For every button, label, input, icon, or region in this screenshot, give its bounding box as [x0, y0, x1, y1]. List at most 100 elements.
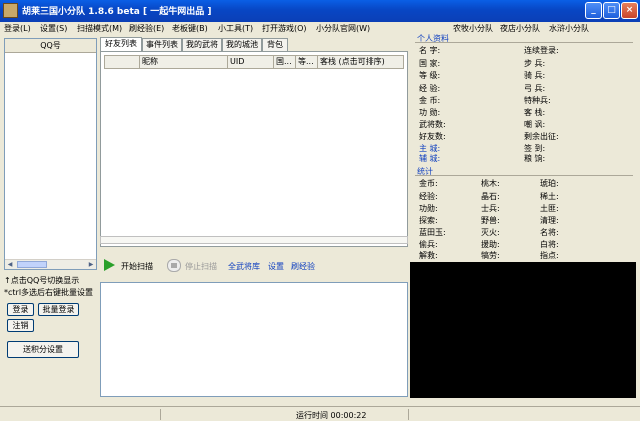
game-preview-panel[interactable] [410, 262, 636, 398]
stat-reward: 犒劳: [481, 251, 500, 260]
info-taunt-label: 嘲 讽: [524, 120, 546, 129]
info-exp-label: 经 验: [419, 84, 441, 93]
login-button[interactable]: 登录 [7, 303, 34, 316]
info-level-label: 等 级: [419, 71, 441, 80]
stat-bandit: 土匪: [540, 204, 559, 213]
col-nickname[interactable]: 昵称 [140, 55, 228, 69]
info-country-label: 国 家: [419, 59, 441, 68]
stat-aid: 援助: [481, 240, 500, 249]
menu-settings[interactable]: 设置(S) [40, 23, 67, 34]
divider [415, 175, 633, 176]
stat-crystal: 晶石: [481, 192, 500, 201]
stat-explore: 探索: [419, 216, 438, 225]
qq-list-scrollbar[interactable]: ◀ ▶ [5, 259, 96, 269]
menu-bar: 登录(L) 设置(S) 扫描模式(M) 刷经验(E) 老板键(B) 小工具(T)… [0, 22, 640, 36]
app-icon [3, 3, 18, 18]
tip-click-qq: ↑点击QQ号切换显示 [4, 276, 80, 285]
info-cavalry-label: 骑 兵: [524, 71, 546, 80]
stat-gold: 金币: [419, 179, 438, 188]
tab-friends[interactable]: 好友列表 [100, 37, 142, 52]
tip-ctrl-multiselect: *ctrl多选后右键批量设置 [4, 288, 94, 297]
menu-official-site[interactable]: 小分队官网(W) [316, 23, 370, 34]
stat-beast: 野兽: [481, 216, 500, 225]
stat-jade: 蓝田玉: [419, 228, 446, 237]
menu-login[interactable]: 登录(L) [4, 23, 31, 34]
menu-tools[interactable]: 小工具(T) [218, 23, 253, 34]
qq-list-header[interactable]: QQ号 [5, 39, 96, 53]
stat-soldier: 士兵: [481, 204, 500, 213]
minimize-button[interactable]: _ [585, 2, 602, 19]
maximize-button[interactable]: □ [603, 2, 620, 19]
info-generals-label: 武将数: [419, 120, 446, 129]
status-separator [160, 409, 161, 420]
info-friends-label: 好友数: [419, 132, 446, 141]
menu-shuihu-team[interactable]: 水浒小分队 [549, 23, 589, 34]
stat-exp: 经验: [419, 192, 438, 201]
info-name-label: 名 字: [419, 46, 441, 55]
status-bar: 运行时间 00:00:22 [0, 406, 640, 421]
menu-boss-key[interactable]: 老板键(B) [172, 23, 208, 34]
info-inn-label: 客 栈: [524, 108, 546, 117]
table-header: 昵称 UID 国... 等... 客栈 (点击可排序) [104, 55, 404, 69]
menu-open-game[interactable]: 打开游戏(O) [262, 23, 307, 34]
scroll-right-icon[interactable]: ▶ [86, 260, 96, 269]
play-icon[interactable] [104, 259, 115, 271]
info-sub-city-label[interactable]: 辅 城: [419, 153, 440, 164]
scroll-left-icon[interactable]: ◀ [5, 260, 15, 269]
refresh-exp-link[interactable]: 刷经验 [291, 261, 315, 272]
stop-icon [167, 259, 181, 272]
tab-generals[interactable]: 我的武将 [182, 38, 222, 51]
log-box[interactable] [100, 282, 408, 397]
stat-steal: 偷兵: [419, 240, 438, 249]
batch-login-button[interactable]: 批量登录 [38, 303, 79, 316]
friends-table[interactable]: 昵称 UID 国... 等... 客栈 (点击可排序) [100, 51, 408, 247]
info-special-label: 特种兵: [524, 96, 551, 105]
send-points-settings-button[interactable]: 送积分设置 [7, 341, 79, 358]
runtime-status: 运行时间 00:00:22 [296, 410, 366, 421]
col-index[interactable] [104, 55, 140, 69]
info-merit-label: 功 勋: [419, 108, 441, 117]
menu-nightclub-team[interactable]: 夜店小分队 [500, 23, 540, 34]
all-generals-link[interactable]: 全武将库 [228, 261, 260, 272]
runtime-value: 00:00:22 [330, 411, 367, 420]
start-scan-button[interactable]: 开始扫描 [121, 261, 153, 272]
info-infantry-label: 步 兵: [524, 59, 546, 68]
stat-guide: 指点: [540, 251, 559, 260]
tab-events[interactable]: 事件列表 [142, 38, 182, 51]
settings-link[interactable]: 设置 [268, 261, 284, 272]
menu-farm-team[interactable]: 农牧小分队 [453, 23, 493, 34]
title-bar: 胡莱三国小分队 1.8.6 beta [ 一起牛网出品 ] _ □ × [0, 0, 640, 22]
tab-cities[interactable]: 我的城池 [222, 38, 262, 51]
stat-clean: 清理: [540, 216, 559, 225]
stat-merit: 功勋: [419, 204, 438, 213]
scroll-thumb[interactable] [17, 261, 47, 268]
close-button[interactable]: × [621, 2, 638, 19]
stat-rescue: 解救: [419, 251, 438, 260]
logout-button[interactable]: 注销 [7, 319, 34, 332]
stop-scan-button: 停止扫描 [185, 262, 217, 271]
stat-fire: 灭火: [481, 228, 500, 237]
info-gold-label: 金 币: [419, 96, 441, 105]
qq-list[interactable]: QQ号 ◀ ▶ [4, 38, 97, 270]
stat-white: 白将: [540, 240, 559, 249]
col-level[interactable]: 等... [296, 55, 318, 69]
tab-backpack[interactable]: 背包 [262, 38, 288, 51]
menu-scan-mode[interactable]: 扫描模式(M) [77, 23, 122, 34]
info-login-streak-label: 连续登录: [524, 46, 559, 55]
table-hscrollbar[interactable] [100, 236, 408, 244]
menu-refresh-exp[interactable]: 刷经验(E) [129, 23, 164, 34]
runtime-label: 运行时间 [296, 411, 328, 420]
status-separator [408, 409, 409, 420]
stat-peachwood: 桃木: [481, 179, 500, 188]
info-remaining-label: 剩余出征: [524, 132, 559, 141]
stat-famous: 名将: [540, 228, 559, 237]
col-inn[interactable]: 客栈 (点击可排序) [318, 55, 404, 69]
info-archer-label: 弓 兵: [524, 84, 546, 93]
col-uid[interactable]: UID [228, 55, 274, 69]
col-country[interactable]: 国... [274, 55, 296, 69]
info-rations-label: 粮 饷: [524, 154, 546, 163]
stat-rare-earth: 稀土: [540, 192, 559, 201]
divider [415, 42, 633, 43]
stat-amber: 琥珀: [540, 179, 559, 188]
window-title: 胡莱三国小分队 1.8.6 beta [ 一起牛网出品 ] [22, 7, 212, 17]
